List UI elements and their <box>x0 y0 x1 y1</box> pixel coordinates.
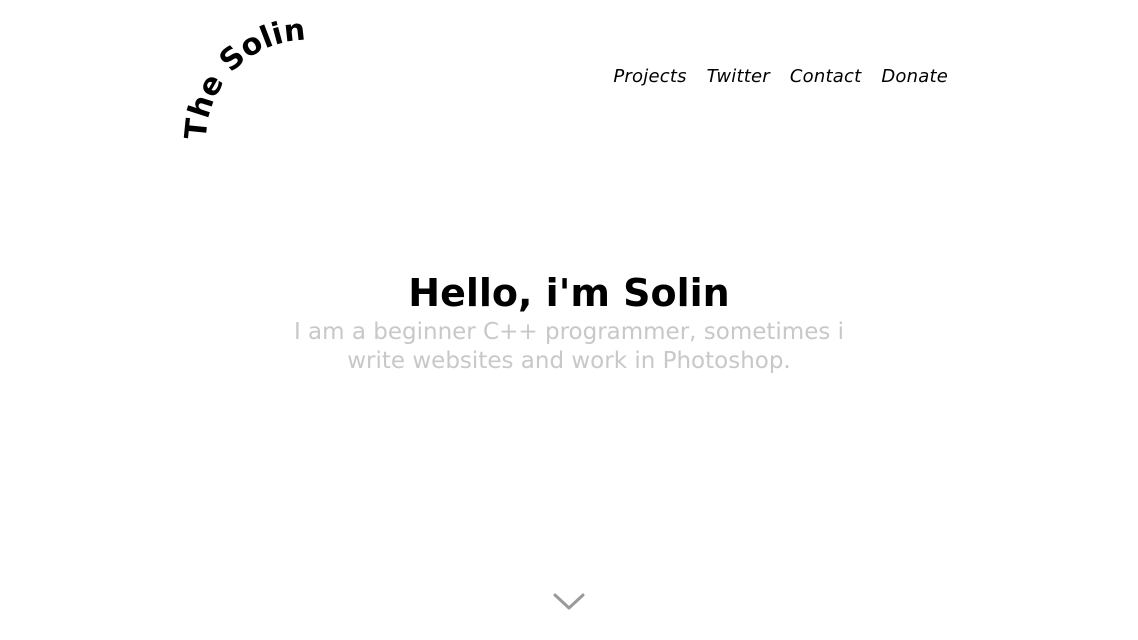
logo-curved-text: The Solin. <box>160 0 307 141</box>
main-nav: Projects Twitter Contact Donate <box>613 66 948 87</box>
nav-link-projects[interactable]: Projects <box>613 66 686 87</box>
nav-link-donate[interactable]: Donate <box>881 66 948 87</box>
hero-title: Hello, i'm Solin <box>408 271 730 315</box>
scroll-down-button[interactable] <box>552 590 586 614</box>
hero-section: Hello, i'm Solin I am a beginner C++ pro… <box>0 268 1138 376</box>
hero-subtitle: I am a beginner C++ programmer, sometime… <box>293 319 845 374</box>
chevron-down-icon <box>553 593 585 610</box>
nav-link-contact[interactable]: Contact <box>790 66 861 87</box>
site-logo[interactable]: The Solin. <box>160 0 340 160</box>
logo-text: The Solin. <box>160 0 307 141</box>
nav-link-twitter[interactable]: Twitter <box>707 66 770 87</box>
page: The Solin. Projects Twitter Contact Dona… <box>0 0 1138 640</box>
